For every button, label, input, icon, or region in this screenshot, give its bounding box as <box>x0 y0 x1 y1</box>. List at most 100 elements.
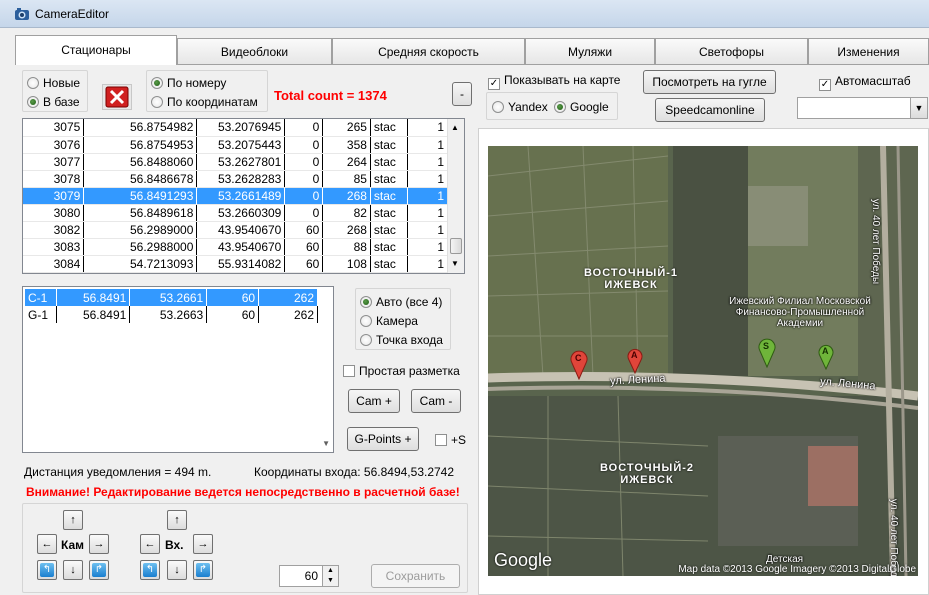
radio-by-coords[interactable]: По координатам <box>151 95 258 109</box>
marker-camera[interactable]: C <box>570 350 588 381</box>
table-cell: 1 <box>407 221 449 239</box>
gpoints-plus-button[interactable]: G-Points + <box>347 427 419 451</box>
table-cell: 53.2663 <box>129 306 208 323</box>
table-row[interactable]: G-1 56.8491 53.2663 60 262 <box>25 306 318 323</box>
table-cell: 0 <box>284 170 324 188</box>
table-cell: 56.2988000 <box>83 238 198 256</box>
collapse-button[interactable]: - <box>452 82 472 106</box>
tab-bar: Стационары Видеоблоки Средняя скорость М… <box>15 35 929 65</box>
radio-entry-point[interactable]: Точка входа <box>360 333 443 347</box>
marker-a-green[interactable]: A <box>818 344 834 371</box>
rotate-right-icon: ↱ <box>92 563 106 577</box>
speed-stepper[interactable]: 60 ▲ ▼ <box>279 565 339 587</box>
radio-new[interactable]: Новые <box>27 76 80 90</box>
table-cell: 56.8488060 <box>83 153 198 171</box>
tab-traffic-lights[interactable]: Светофоры <box>655 38 808 64</box>
table-cell: 1 <box>407 255 449 273</box>
table-row[interactable]: 3084 54.7213093 55.9314082 60 108 stac 1 <box>23 255 449 273</box>
autoscale-checkbox[interactable]: ✓ Автомасштаб <box>819 74 911 91</box>
source-group: Новые В базе <box>22 70 88 112</box>
table-cell: 3075 <box>23 119 85 137</box>
cam-right-button[interactable]: → <box>89 534 109 554</box>
table-row[interactable]: 3077 56.8488060 53.2627801 0 264 stac 1 <box>23 153 449 171</box>
tab-average-speed[interactable]: Средняя скорость <box>332 38 525 64</box>
table-cell: stac <box>370 255 408 273</box>
table-cell: 56.8489618 <box>83 204 198 222</box>
cam-left-button[interactable]: ← <box>37 534 57 554</box>
marker-a-red[interactable]: A <box>627 348 643 375</box>
table-cell: stac <box>370 238 408 256</box>
table-cell: 60 <box>284 238 324 256</box>
table-cell: 3078 <box>23 170 85 188</box>
save-button[interactable]: Сохранить <box>371 564 460 588</box>
radio-camera[interactable]: Камера <box>360 314 418 328</box>
table-row[interactable]: 3079 56.8491293 53.2661489 0 268 stac 1 <box>23 187 449 205</box>
entry-left-button[interactable]: ← <box>140 534 160 554</box>
table-row[interactable]: 3082 56.2989000 43.9540670 60 268 stac 1 <box>23 221 449 239</box>
tab-videoblocks[interactable]: Видеоблоки <box>177 38 332 64</box>
scroll-up-icon[interactable]: ▲ <box>451 123 459 132</box>
table-cell: 264 <box>322 153 371 171</box>
table-cell: 43.9540670 <box>196 238 286 256</box>
table-row[interactable]: 3076 56.8754953 53.2075443 0 358 stac 1 <box>23 136 449 154</box>
map-type-select[interactable]: ▼ <box>797 97 928 119</box>
table-cell: 268 <box>322 221 371 239</box>
cam-up-button[interactable]: ↑ <box>63 510 83 530</box>
table-cell: stac <box>370 136 408 154</box>
points-table[interactable]: C-1 56.8491 53.2661 60 262 G-1 56.8491 53.2663 6… <box>22 286 334 453</box>
table-cell: stac <box>370 170 408 188</box>
table-cell: 1 <box>407 136 449 154</box>
table-cell: 1 <box>407 238 449 256</box>
simple-markup-checkbox[interactable]: Простая разметка <box>343 364 460 378</box>
marker-s-green[interactable]: S <box>758 338 776 369</box>
show-on-map-checkbox[interactable]: ✓ Показывать на карте <box>488 73 620 90</box>
entry-rotate-left-button[interactable]: ↰ <box>140 560 160 580</box>
stations-table[interactable]: 3075 56.8754982 53.2076945 0 265 stac 1 3076 56.… <box>22 118 465 274</box>
entry-rotate-right-button[interactable]: ↱ <box>193 560 213 580</box>
entry-down-button[interactable]: ↓ <box>167 560 187 580</box>
entry-right-button[interactable]: → <box>193 534 213 554</box>
cam-plus-button[interactable]: Cam + <box>348 389 400 413</box>
cam-rotate-right-button[interactable]: ↱ <box>89 560 109 580</box>
scroll-thumb[interactable] <box>450 238 462 254</box>
entry-label: Вх. <box>165 538 184 552</box>
table-row[interactable]: 3080 56.8489618 53.2660309 0 82 stac 1 <box>23 204 449 222</box>
cam-down-button[interactable]: ↓ <box>63 560 83 580</box>
cam-rotate-left-button[interactable]: ↰ <box>37 560 57 580</box>
radio-in-db[interactable]: В базе <box>27 95 80 109</box>
table-cell: C-1 <box>25 289 58 306</box>
radio-auto[interactable]: Авто (все 4) <box>360 295 442 309</box>
stations-scrollbar[interactable]: ▲ ▼ <box>447 119 464 273</box>
satellite-map[interactable]: ВОСТОЧНЫЙ-1 ИЖЕВСК ВОСТОЧНЫЙ-2 ИЖЕВСК Иж… <box>488 146 918 576</box>
radio-google[interactable]: Google <box>554 100 609 114</box>
stepper-down-icon[interactable]: ▼ <box>322 576 338 586</box>
title-bar: CameraEditor <box>0 0 929 28</box>
radio-yandex[interactable]: Yandex <box>492 100 548 114</box>
table-cell: 85 <box>322 170 371 188</box>
scroll-down-icon[interactable]: ▼ <box>451 259 459 268</box>
speedcam-button[interactable]: Speedcamonline <box>655 98 765 122</box>
table-cell: stac <box>370 153 408 171</box>
table-cell: 108 <box>322 255 371 273</box>
tab-dummies[interactable]: Муляжи <box>525 38 655 64</box>
total-count: Total count = 1374 <box>274 88 387 103</box>
table-row[interactable]: 3078 56.8486678 53.2628283 0 85 stac 1 <box>23 170 449 188</box>
table-cell: 53.2661 <box>129 289 208 306</box>
cam-minus-button[interactable]: Cam - <box>411 389 461 413</box>
tab-stationary[interactable]: Стационары <box>15 35 177 65</box>
stepper-up-icon[interactable]: ▲ <box>322 566 338 576</box>
chevron-down-icon[interactable]: ▼ <box>910 98 927 118</box>
view-google-button[interactable]: Посмотреть на гугле <box>643 70 776 94</box>
plus-s-checkbox[interactable]: +S <box>435 433 466 447</box>
tab-changes[interactable]: Изменения <box>808 38 929 64</box>
entry-up-button[interactable]: ↑ <box>167 510 187 530</box>
radio-by-number[interactable]: По номеру <box>151 76 226 90</box>
points-scroll-down-icon[interactable]: ▼ <box>322 439 330 448</box>
table-cell: 3077 <box>23 153 85 171</box>
table-row[interactable]: 3083 56.2988000 43.9540670 60 88 stac 1 <box>23 238 449 256</box>
table-row[interactable]: C-1 56.8491 53.2661 60 262 <box>25 289 318 306</box>
table-cell: 0 <box>284 136 324 154</box>
delete-button[interactable] <box>102 84 132 110</box>
table-cell: 88 <box>322 238 371 256</box>
table-row[interactable]: 3075 56.8754982 53.2076945 0 265 stac 1 <box>23 119 449 137</box>
